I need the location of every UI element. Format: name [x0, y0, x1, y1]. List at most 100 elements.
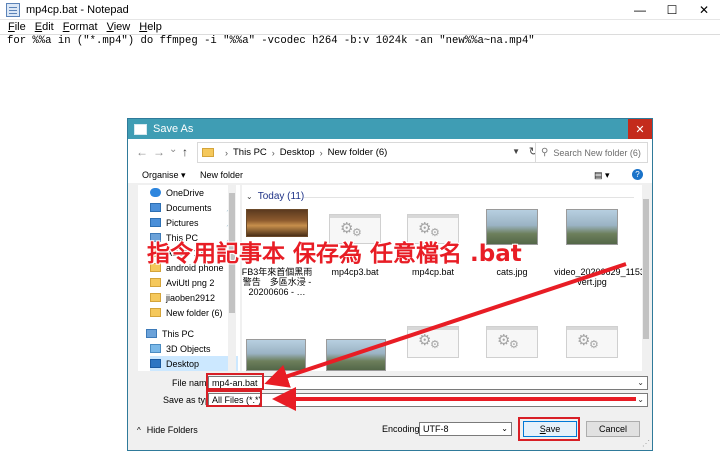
notepad-app-icon [6, 2, 20, 17]
nav-item-documents[interactable]: Documents 📌 [150, 200, 240, 215]
chevron-down-icon[interactable]: ▼ [512, 147, 520, 156]
group-header[interactable]: ⌄ Today (11) [246, 191, 304, 202]
cancel-button[interactable]: Cancel [586, 421, 640, 437]
dialog-title: Save As [153, 123, 194, 135]
nav-label: jiaoben2912 [166, 292, 216, 303]
menu-file[interactable]: File [8, 21, 26, 33]
file-thumbnail-bat[interactable]: ⚙ ⚙ [486, 326, 538, 358]
file-scrollbar-thumb[interactable] [643, 199, 649, 339]
nav-item-onedrive[interactable]: OneDrive [150, 185, 240, 200]
folder-icon [150, 278, 161, 287]
nav-item-this-pc[interactable]: This PC [146, 326, 240, 341]
search-input[interactable]: ⚲ Search New folder (6) [535, 142, 648, 163]
annotation-highlight-save [518, 417, 580, 441]
navigation-pane: OneDrive Documents 📌 Pictures 📌 This PC … [138, 185, 240, 371]
nav-label: 3D Objects [166, 343, 211, 354]
dialog-close-button[interactable]: ✕ [628, 119, 652, 139]
nav-label: This PC [162, 328, 195, 339]
chevron-down-icon[interactable]: ⌄ [637, 378, 644, 387]
nav-label: OneDrive [166, 187, 205, 198]
file-thumbnail-video[interactable] [246, 209, 308, 237]
breadcrumb-separator: › [225, 147, 228, 158]
file-scrollbar[interactable] [642, 185, 650, 371]
file-name-label[interactable]: cats.jpg [474, 267, 550, 277]
maximize-button[interactable]: ☐ [656, 0, 688, 20]
file-name-label[interactable]: FB3年來首個黑雨警告 多區水浸 - 20200606 - … [242, 267, 315, 297]
nav-scrollbar[interactable] [228, 185, 236, 371]
recent-locations-icon[interactable]: ⌄ [169, 144, 177, 155]
nav-item-aviutl[interactable]: AviUtl png 2 [150, 275, 240, 290]
annotation-highlight-filename [206, 373, 264, 390]
chevron-down-icon[interactable]: ⌄ [637, 395, 644, 404]
save-as-type-select[interactable]: All Files (*.*) ⌄ [208, 393, 648, 407]
folder-icon [202, 148, 214, 157]
hide-folders-label: Hide Folders [146, 425, 198, 435]
folder-icon [150, 293, 161, 302]
up-arrow-icon[interactable]: ↑ [182, 145, 188, 159]
breadcrumb-separator: › [271, 147, 275, 158]
breadcrumb-desktop[interactable]: Desktop [280, 147, 315, 158]
dialog-titlebar: Save As ✕ [128, 119, 652, 139]
annotation-highlight-savetype [206, 390, 262, 407]
desktop-icon [150, 359, 161, 368]
organise-button[interactable]: Organise ▾ [142, 170, 186, 181]
help-icon[interactable]: ? [632, 169, 643, 180]
minimize-button[interactable]: — [624, 0, 656, 20]
file-name-label[interactable]: mp4cp.bat [395, 267, 471, 277]
nav-label: AviUtl png 2 [166, 277, 215, 288]
file-name-field[interactable]: mp4-an.bat ⌄ [208, 376, 648, 390]
resize-grip-icon[interactable]: ⋰ [642, 439, 650, 448]
search-placeholder: Search New folder (6) [553, 147, 641, 158]
file-thumbnail-bat[interactable]: ⚙ ⚙ [566, 326, 618, 358]
encoding-select[interactable]: UTF-8 ⌄ [419, 422, 512, 436]
pictures-icon [150, 218, 161, 227]
window-controls: — ☐ ✕ [624, 0, 720, 20]
pc-icon [146, 329, 157, 338]
cloud-icon [150, 188, 161, 197]
window-title: mp4cp.bat - Notepad [26, 3, 129, 16]
menu-format[interactable]: Format [63, 21, 98, 33]
nav-item-jiaoben[interactable]: jiaoben2912 [150, 290, 240, 305]
group-header-label: Today (11) [257, 191, 305, 202]
folder-icon [150, 308, 161, 317]
forward-arrow-icon[interactable]: → [153, 145, 165, 159]
nav-item-pictures[interactable]: Pictures 📌 [150, 215, 240, 230]
new-folder-button[interactable]: New folder [200, 170, 243, 180]
back-arrow-icon[interactable]: ← [136, 145, 148, 159]
close-button[interactable]: ✕ [688, 0, 720, 20]
file-name-label[interactable]: mp4cp3.bat [317, 267, 393, 277]
editor-text[interactable]: for %%a in ("*.mp4") do ffmpeg -i "%%a" … [7, 35, 535, 47]
hide-folders-toggle[interactable]: ^ Hide Folders [137, 425, 198, 435]
menu-help[interactable]: Help [139, 21, 162, 33]
gear-icon: ⚙ [589, 339, 599, 351]
dialog-toolbar: Organise ▾ New folder ▤ ▾ ? [128, 167, 652, 183]
encoding-label: Encoding: [382, 424, 423, 434]
search-icon: ⚲ [541, 147, 549, 158]
gear-icon: ⚙ [430, 339, 440, 351]
menu-view[interactable]: View [107, 21, 131, 33]
file-thumbnail-photo[interactable] [326, 339, 386, 371]
file-list: ⌄ Today (11) FB3年來首個黑雨警告 多區水浸 - 20200606… [242, 185, 642, 371]
chevron-down-icon: ⌄ [246, 192, 253, 201]
gear-icon: ⚙ [509, 339, 519, 351]
nav-label: Pictures [166, 217, 199, 228]
file-name-label[interactable]: video_20200629_115326-vert.jpg [554, 267, 642, 287]
view-options-icon[interactable]: ▤ ▾ [594, 170, 610, 181]
group-divider [304, 197, 634, 198]
breadcrumb-new-folder[interactable]: New folder (6) [328, 147, 388, 158]
nav-label: Documents [166, 202, 212, 213]
file-thumbnail-photo[interactable] [566, 209, 618, 245]
file-thumbnail-photo[interactable] [246, 339, 306, 371]
address-bar[interactable]: › This PC › Desktop › New folder (6) ▼ ↻ [197, 142, 543, 163]
nav-item-new-folder[interactable]: New folder (6) [150, 305, 240, 320]
documents-icon [150, 203, 161, 212]
menu-edit[interactable]: Edit [35, 21, 54, 33]
chevron-down-icon: ⌄ [501, 424, 508, 433]
breadcrumb-this-pc[interactable]: This PC [233, 147, 267, 158]
nav-label: New folder (6) [166, 307, 223, 318]
encoding-value[interactable]: UTF-8 [423, 424, 449, 434]
nav-item-3d-objects[interactable]: 3D Objects [150, 341, 240, 356]
file-thumbnail-bat[interactable]: ⚙ ⚙ [407, 326, 459, 358]
cancel-button-label: Cancel [598, 424, 627, 434]
nav-item-desktop[interactable]: Desktop [150, 356, 238, 371]
